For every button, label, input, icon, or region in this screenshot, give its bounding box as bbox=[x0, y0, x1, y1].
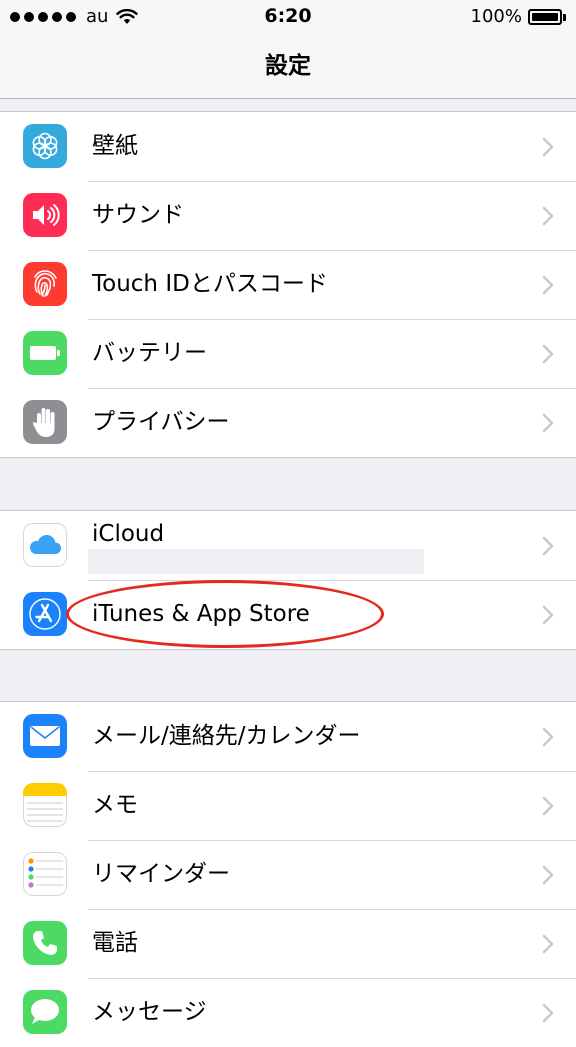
settings-row-label: 壁紙 bbox=[92, 133, 138, 159]
privacy-hand-icon bbox=[23, 400, 67, 444]
settings-row-label: サウンド bbox=[92, 202, 184, 228]
settings-row-label: プライバシー bbox=[92, 409, 230, 435]
chevron-right-icon bbox=[542, 865, 554, 885]
chevron-right-icon bbox=[542, 344, 554, 364]
settings-row-messages[interactable]: メッセージ bbox=[0, 978, 576, 1047]
chevron-right-icon bbox=[542, 727, 554, 747]
battery-tip bbox=[563, 13, 566, 21]
settings-row-itunes-app-store[interactable]: iTunes & App Store bbox=[0, 580, 576, 649]
settings-group-2: iCloud iTunes & App Store bbox=[0, 510, 576, 650]
chevron-right-icon bbox=[542, 934, 554, 954]
app-store-icon bbox=[23, 592, 67, 636]
chevron-right-icon bbox=[542, 605, 554, 625]
settings-row-label: Touch IDとパスコード bbox=[92, 271, 328, 297]
battery-fill bbox=[532, 13, 558, 21]
battery-icon bbox=[23, 331, 67, 375]
page-title: 設定 bbox=[265, 53, 311, 79]
settings-row-label: 電話 bbox=[92, 930, 138, 956]
settings-row-label: バッテリー bbox=[92, 340, 207, 366]
settings-row-privacy[interactable]: プライバシー bbox=[0, 388, 576, 457]
messages-icon bbox=[23, 990, 67, 1034]
settings-row-touch-id[interactable]: Touch IDとパスコード bbox=[0, 250, 576, 319]
settings-group-1: 壁紙 サウンド Touch IDとパスコード バッテリー プライバシー bbox=[0, 111, 576, 458]
chevron-right-icon bbox=[542, 275, 554, 295]
wallpaper-icon bbox=[23, 124, 67, 168]
settings-row-wallpaper[interactable]: 壁紙 bbox=[0, 112, 576, 181]
settings-row-label: メール/連絡先/カレンダー bbox=[92, 723, 361, 749]
fingerprint-icon bbox=[23, 262, 67, 306]
settings-row-sound[interactable]: サウンド bbox=[0, 181, 576, 250]
settings-row-mail-contacts-calendars[interactable]: メール/連絡先/カレンダー bbox=[0, 702, 576, 771]
settings-group-3: メール/連絡先/カレンダー メモ リマインダー 電話 メッセージ bbox=[0, 701, 576, 1047]
status-bar: au 6:20 100% bbox=[0, 0, 576, 34]
settings-row-label: iCloud bbox=[92, 521, 165, 547]
battery-percent: 100% bbox=[470, 6, 522, 27]
phone-icon bbox=[23, 921, 67, 965]
chevron-right-icon bbox=[542, 413, 554, 433]
settings-row-label: メモ bbox=[92, 792, 138, 818]
mail-icon bbox=[23, 714, 67, 758]
settings-row-icloud[interactable]: iCloud bbox=[0, 511, 576, 580]
settings-row-label: メッセージ bbox=[92, 999, 207, 1025]
settings-row-battery[interactable]: バッテリー bbox=[0, 319, 576, 388]
icloud-icon bbox=[23, 523, 67, 567]
settings-row-notes[interactable]: メモ bbox=[0, 771, 576, 840]
settings-row-label: iTunes & App Store bbox=[92, 601, 310, 627]
chevron-right-icon bbox=[542, 536, 554, 556]
reminders-icon bbox=[23, 852, 67, 896]
settings-row-label: リマインダー bbox=[92, 861, 230, 887]
settings-row-phone[interactable]: 電話 bbox=[0, 909, 576, 978]
chevron-right-icon bbox=[542, 1003, 554, 1023]
battery-status-icon bbox=[528, 9, 562, 25]
account-placeholder-bar bbox=[88, 549, 424, 574]
notes-icon bbox=[23, 783, 67, 827]
chevron-right-icon bbox=[542, 137, 554, 157]
sound-icon bbox=[23, 193, 67, 237]
chevron-right-icon bbox=[542, 206, 554, 226]
navigation-bar: 設定 bbox=[0, 34, 576, 99]
status-right: 100% bbox=[471, 6, 566, 28]
chevron-right-icon bbox=[542, 796, 554, 816]
settings-row-reminders[interactable]: リマインダー bbox=[0, 840, 576, 909]
